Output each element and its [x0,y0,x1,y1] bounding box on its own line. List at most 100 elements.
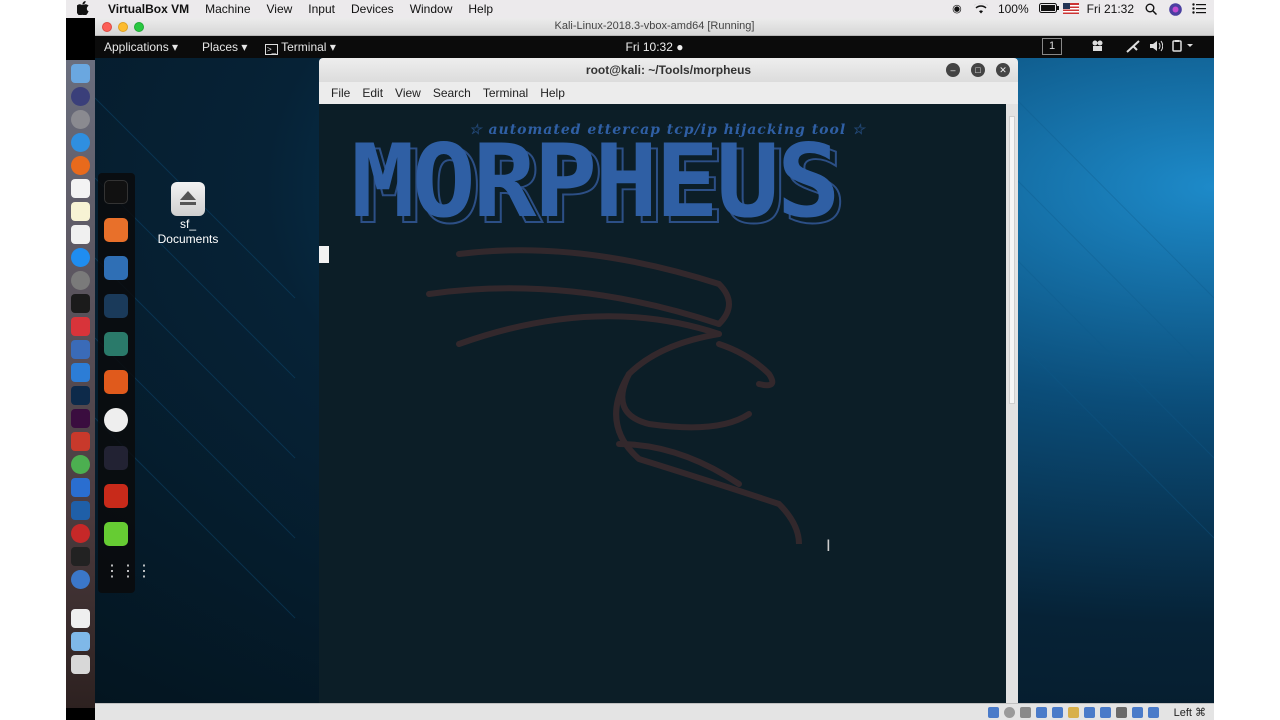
network-status-icon[interactable] [1036,707,1047,718]
siri-icon[interactable] [1168,3,1182,16]
virtualbox-dock-icon[interactable] [71,340,90,359]
screen-share-dock-icon[interactable] [71,501,90,520]
battery-percent: 100% [997,2,1029,16]
virtualbox-window: Kali-Linux-2018.3-vbox-amd64 [Running] A… [95,18,1214,720]
terminal-window: root@kali: ~/Tools/morpheus – □ ✕ File E… [319,58,1018,703]
faraday-dash-icon[interactable] [104,484,128,508]
terminal-titlebar[interactable]: root@kali: ~/Tools/morpheus – □ ✕ [319,58,1018,82]
keyboard-status-icon[interactable] [1148,707,1159,718]
safari-dock-icon[interactable] [71,133,90,152]
video-camera-icon[interactable] [1091,40,1105,55]
term-menu-search[interactable]: Search [427,86,477,100]
display-dock-icon[interactable] [71,547,90,566]
screen: VirtualBox VM Machine View Input Devices… [0,0,1280,720]
audio-status-icon[interactable] [1020,707,1031,718]
menu-help[interactable]: Help [460,2,501,16]
menu-input[interactable]: Input [300,2,343,16]
term-menu-file[interactable]: File [325,86,356,100]
menu-window[interactable]: Window [402,2,461,16]
premiere-dock-icon[interactable] [71,409,90,428]
document-dock-icon[interactable] [71,609,90,628]
terminal-menubar: File Edit View Search Terminal Help [319,82,1018,104]
term-menu-terminal[interactable]: Terminal [477,86,534,100]
folder-dock-icon[interactable] [71,632,90,651]
anydesk-dock-icon[interactable] [71,317,90,336]
finder-dock-icon[interactable] [71,64,90,83]
record-dock-icon[interactable] [71,524,90,543]
optical-status-icon[interactable] [1004,707,1015,718]
rocket-dock-icon[interactable] [71,110,90,129]
metasploit-dash-icon[interactable] [104,294,128,318]
kali-dragon-watermark [426,247,802,544]
notes-dock-icon[interactable] [71,202,90,221]
kali-desktop: ⋮⋮⋮ sf_ Documents root@kali: ~/Tools/mor… [95,58,1214,703]
video-capture-status-icon[interactable] [1100,707,1111,718]
photoshop-dock-icon[interactable] [71,386,90,405]
virtualization-status-icon[interactable] [1116,707,1127,718]
minimize-icon[interactable]: – [946,63,960,77]
network-icon[interactable] [1126,40,1140,56]
tagline-star-right: ☆ [846,122,866,138]
trash-dock-icon[interactable] [71,655,90,674]
banner-title: MORPHEUS [351,123,841,240]
wifi-icon[interactable] [973,2,988,15]
xcode-dock-icon[interactable] [71,478,90,497]
hdd-status-icon[interactable] [988,707,999,718]
us-flag-icon[interactable] [1062,3,1079,15]
term-menu-edit[interactable]: Edit [356,86,389,100]
usb-status-icon[interactable] [1052,707,1063,718]
terminal-dock-icon[interactable] [71,294,90,313]
workspace-indicator[interactable]: 1 [1042,38,1062,55]
terminal-scrollbar[interactable] [1006,104,1018,703]
terminal-dash-icon[interactable] [104,180,128,204]
burpsuite-dash-icon[interactable] [104,370,128,394]
record-icon[interactable]: ◉ [950,3,964,15]
firefox-dash-icon[interactable] [104,218,128,242]
drive-label[interactable]: sf_ Documents [147,217,229,247]
quicktime-dock-icon[interactable] [71,570,90,589]
volume-icon[interactable] [1149,40,1164,55]
apple-icon[interactable] [66,0,100,18]
power-icon[interactable] [1172,40,1194,55]
android-studio-dock-icon[interactable] [71,455,90,474]
app-store-dock-icon[interactable] [71,248,90,267]
vscode-dock-icon[interactable] [71,363,90,382]
right-letterbox [1214,0,1280,720]
ibeam-cursor-icon: I [826,536,831,555]
shared-folders-status-icon[interactable] [1068,707,1079,718]
menu-app-name[interactable]: VirtualBox VM [100,2,197,16]
scrollbar-thumb[interactable] [1009,116,1015,404]
menu-view[interactable]: View [259,2,301,16]
kali-top-panel: Applications ▾ Places ▾ >_ Terminal ▾ Fr… [95,36,1214,58]
term-menu-help[interactable]: Help [534,86,571,100]
mac-clock[interactable]: Fri 21:32 [1087,2,1134,16]
spotlight-search-icon[interactable] [1144,3,1158,16]
leafpad-dash-icon[interactable] [104,522,128,546]
menu-devices[interactable]: Devices [343,2,402,16]
mouse-integration-status-icon[interactable] [1132,707,1143,718]
host-key-label[interactable]: Left ⌘ [1174,706,1206,719]
notification-center-icon[interactable] [1192,3,1206,15]
mac-menubar: VirtualBox VM Machine View Input Devices… [66,0,1214,18]
calendar-dock-icon[interactable] [71,179,90,198]
term-menu-view[interactable]: View [389,86,427,100]
maximize-icon[interactable]: □ [971,63,985,77]
close-icon[interactable]: ✕ [996,63,1010,77]
sublime-dock-icon[interactable] [71,432,90,451]
battery-icon[interactable] [1038,3,1059,15]
armitage-dash-icon[interactable] [104,332,128,356]
vbox-titlebar[interactable]: Kali-Linux-2018.3-vbox-amd64 [Running] [95,18,1214,36]
terminal-body[interactable]: ☆ automated ettercap tcp/ip hijacking to… [319,104,1006,703]
menu-machine[interactable]: Machine [197,2,258,16]
files-dash-icon[interactable] [104,256,128,280]
drive-icon[interactable] [171,182,205,216]
textedit-dock-icon[interactable] [71,225,90,244]
maltego-dash-icon[interactable] [104,408,128,432]
system-preferences-dock-icon[interactable] [71,271,90,290]
vbox-window-title: Kali-Linux-2018.3-vbox-amd64 [Running] [554,20,755,32]
display-status-icon[interactable] [1084,707,1095,718]
show-applications-icon[interactable]: ⋮⋮⋮ [104,560,152,584]
beef-dash-icon[interactable] [104,446,128,470]
firefox-dock-icon[interactable] [71,156,90,175]
launchpad-dock-icon[interactable] [71,87,90,106]
